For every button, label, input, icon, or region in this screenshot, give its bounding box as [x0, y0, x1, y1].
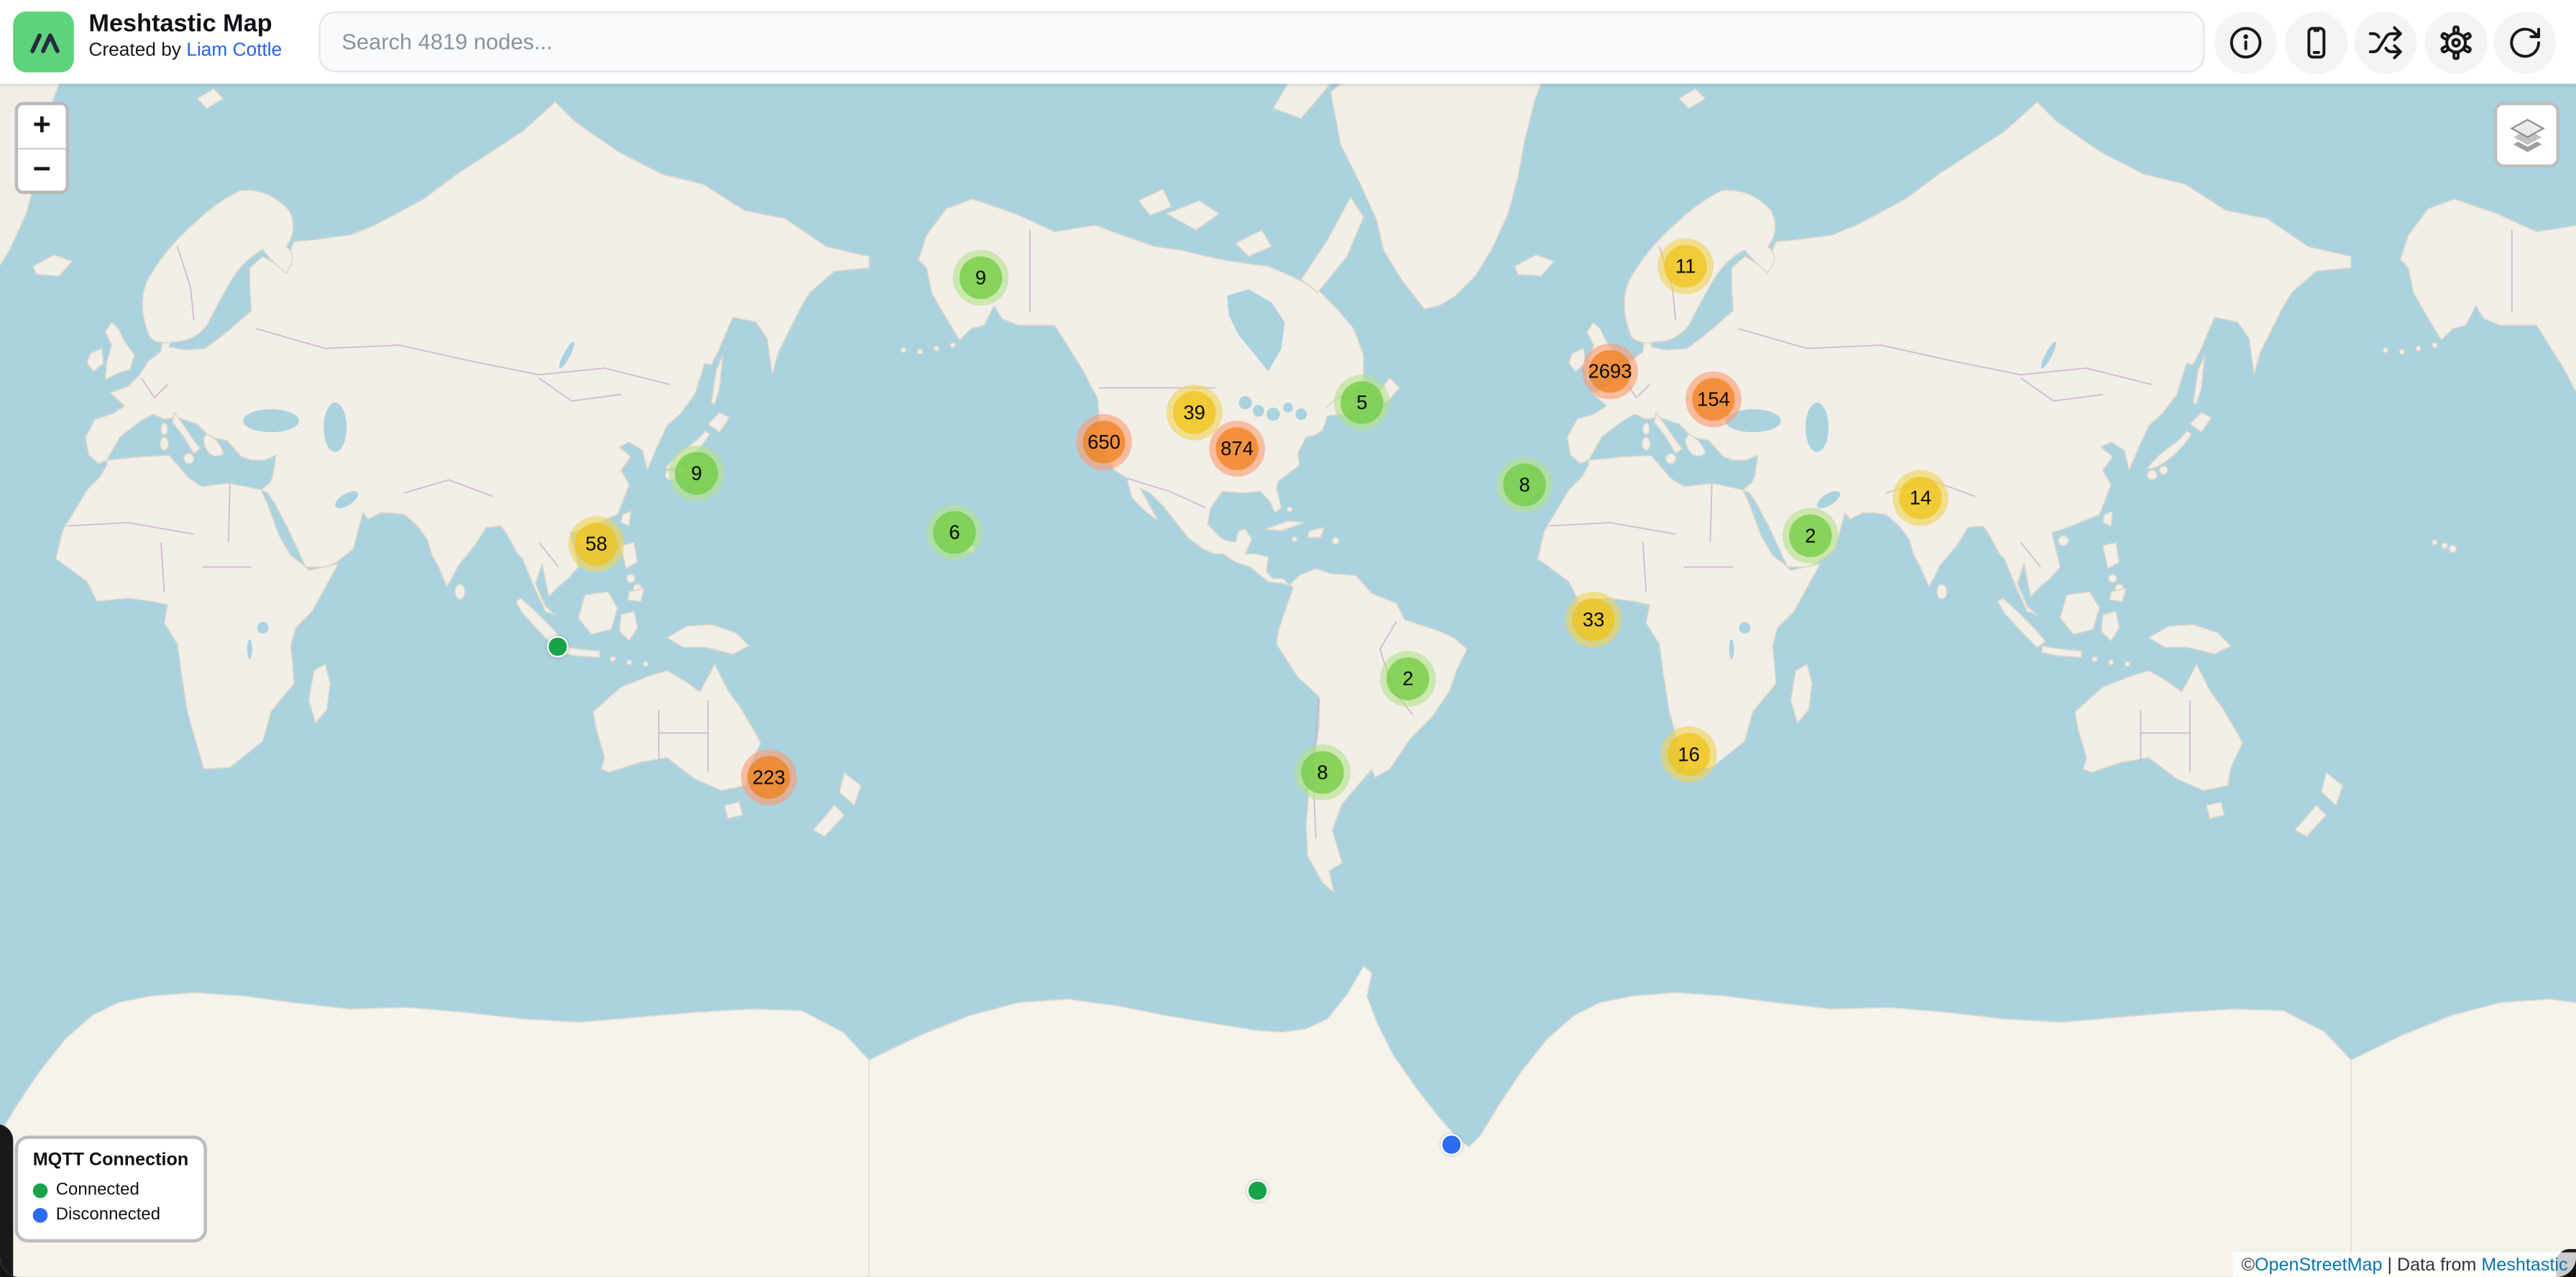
cluster-marker[interactable]: 33 [1565, 592, 1622, 648]
refresh-icon [2507, 24, 2543, 60]
title-block: Meshtastic Map Created by Liam Cottle [88, 10, 282, 63]
byline-prefix: Created by [88, 42, 186, 61]
cluster-marker[interactable]: 14 [1892, 470, 1949, 526]
meshtastic-map-app: Meshtastic Map Created by Liam Cottle [0, 0, 2576, 1277]
cluster-count: 39 [1173, 391, 1215, 434]
legend-label: Disconnected [56, 1204, 160, 1224]
node-marker-disconnected[interactable] [1441, 1134, 1462, 1155]
cluster-count: 8 [1503, 464, 1545, 506]
cluster-count: 6 [933, 511, 975, 554]
cluster-count: 8 [1301, 751, 1343, 794]
cluster-marker[interactable]: 8 [1294, 744, 1351, 800]
author-link[interactable]: Liam Cottle [186, 42, 282, 61]
cluster-marker[interactable]: 223 [741, 749, 797, 805]
legend-item-disconnected: Disconnected [33, 1204, 189, 1224]
smartphone-icon [2298, 24, 2334, 60]
cluster-marker[interactable]: 9 [953, 250, 1009, 306]
legend-title: MQTT Connection [33, 1150, 189, 1170]
node-marker-connected[interactable] [1247, 1180, 1268, 1201]
random-node-button[interactable] [2354, 11, 2416, 73]
page-title: Meshtastic Map [88, 10, 282, 38]
cluster-marker[interactable]: 11 [1657, 238, 1714, 294]
top-bar: Meshtastic Map Created by Liam Cottle [0, 0, 2576, 84]
cluster-count: 223 [748, 756, 790, 798]
cluster-count: 154 [1692, 378, 1734, 421]
attribution-separator: | Data from [2383, 1255, 2482, 1274]
node-marker-connected[interactable] [547, 636, 568, 657]
connected-dot-icon [33, 1183, 48, 1198]
info-icon [2227, 24, 2263, 60]
search-input[interactable] [318, 12, 2204, 73]
layers-icon [2505, 113, 2549, 157]
cluster-count: 650 [1082, 421, 1125, 463]
cluster-marker[interactable]: 58 [569, 516, 625, 572]
legend-item-connected: Connected [33, 1180, 189, 1199]
cluster-count: 33 [1572, 598, 1614, 641]
cluster-count: 2 [1386, 657, 1429, 700]
mqtt-legend: MQTT Connection Connected Disconnected [15, 1135, 207, 1242]
cluster-marker[interactable]: 5 [1334, 375, 1390, 431]
cluster-count: 5 [1340, 381, 1383, 424]
window-corner-left [0, 1124, 13, 1277]
cluster-count: 14 [1899, 477, 1941, 519]
cluster-marker[interactable]: 2 [1380, 651, 1436, 707]
info-button[interactable] [2214, 11, 2277, 73]
refresh-button[interactable] [2494, 11, 2557, 73]
zoom-out-button[interactable]: − [18, 148, 65, 191]
cluster-count: 58 [575, 523, 617, 565]
settings-button[interactable] [2424, 11, 2487, 73]
cluster-marker[interactable]: 2693 [1582, 344, 1638, 400]
copyright-text: © [2241, 1255, 2255, 1274]
osm-link[interactable]: OpenStreetMap [2255, 1255, 2383, 1274]
meshtastic-logo-icon [13, 12, 74, 73]
disconnected-dot-icon [33, 1207, 48, 1222]
meshtastic-link[interactable]: Meshtastic [2481, 1255, 2567, 1274]
zoom-in-button[interactable]: + [18, 105, 65, 147]
cluster-marker[interactable]: 650 [1076, 414, 1132, 470]
markers-layer: 9 39 650 874 5 11 2693 154 8 2 14 33 2 8 16 223 9 58 6 [0, 0, 2576, 1277]
cluster-marker[interactable]: 2 [1782, 508, 1839, 564]
cluster-count: 2693 [1588, 350, 1631, 393]
cluster-marker[interactable]: 154 [1685, 372, 1742, 428]
cluster-count: 9 [675, 452, 717, 495]
cluster-count: 9 [960, 257, 1002, 299]
zoom-control: + − [15, 102, 69, 194]
layers-control[interactable] [2494, 102, 2559, 168]
cluster-marker[interactable]: 6 [926, 505, 983, 561]
header-actions [2214, 11, 2556, 73]
legend-label: Connected [56, 1180, 139, 1199]
cluster-marker[interactable]: 9 [668, 445, 724, 501]
cluster-marker[interactable]: 8 [1496, 457, 1552, 513]
cluster-count: 16 [1668, 733, 1710, 775]
shuffle-icon [2368, 24, 2404, 60]
map-attribution: © OpenStreetMap | Data from Meshtastic [2233, 1253, 2576, 1277]
cluster-count: 874 [1215, 427, 1258, 470]
cluster-count: 11 [1664, 245, 1706, 288]
cluster-marker[interactable]: 874 [1209, 421, 1265, 477]
cluster-marker[interactable]: 16 [1661, 726, 1717, 782]
gear-icon [2437, 24, 2473, 60]
mobile-app-button[interactable] [2284, 11, 2347, 73]
byline: Created by Liam Cottle [88, 42, 282, 63]
cluster-count: 2 [1789, 514, 1831, 557]
